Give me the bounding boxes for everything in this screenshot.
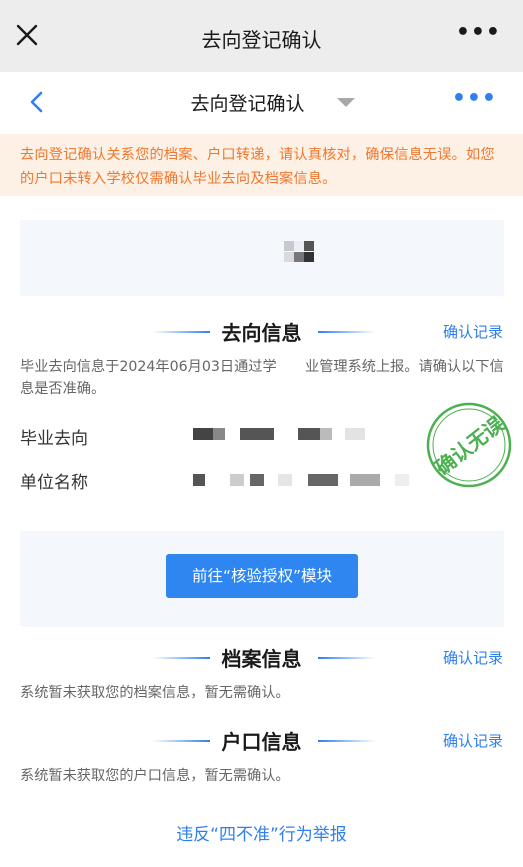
notice-banner: 去向登记确认关系您的档案、户口转递，请认真核对，确保信息无误。如您的户口未转入学…: [0, 134, 523, 196]
notice-text: 去向登记确认关系您的档案、户口转递，请认真核对，确保信息无误。如您的户口未转入学…: [20, 147, 495, 187]
app-more-icon[interactable]: •••: [452, 86, 497, 111]
wechat-title: 去向登记确认: [201, 28, 322, 52]
confirmed-stamp: 确认无误: [426, 402, 512, 488]
page-title[interactable]: 去向登记确认: [0, 89, 523, 116]
confirm-record-link[interactable]: 确认记录: [443, 730, 503, 751]
divider: [318, 657, 376, 659]
wechat-title-bar: 去向登记确认 •••: [0, 0, 523, 72]
chevron-down-icon[interactable]: [337, 98, 355, 107]
goto-auth-button[interactable]: 前往“核验授权”模块: [166, 554, 358, 598]
divider: [318, 331, 376, 333]
section-header-hukou: 户口信息 确认记录: [0, 726, 523, 756]
auth-card: 前往“核验授权”模块: [20, 531, 504, 627]
student-card: [20, 220, 504, 296]
section-header-destination: 去向信息 确认记录: [0, 317, 523, 347]
app-header: 去向登记确认 •••: [0, 72, 523, 132]
destination-desc: 毕业去向信息于2024年06月03日通过学 业管理系统上报。请确认以下信息是否准…: [20, 359, 504, 397]
more-icon[interactable]: •••: [456, 22, 501, 44]
archive-desc: 系统暂未获取您的档案信息，暂无需确认。: [20, 685, 290, 701]
confirm-record-link[interactable]: 确认记录: [443, 647, 503, 668]
hukou-desc: 系统暂未获取您的户口信息，暂无需确认。: [20, 768, 290, 784]
confirm-record-link[interactable]: 确认记录: [443, 321, 503, 342]
divider: [318, 740, 376, 742]
field-label-destination: 毕业去向: [20, 429, 88, 449]
page-title-text: 去向登记确认: [190, 93, 305, 115]
report-violation-link[interactable]: 违反“四不准”行为举报: [0, 820, 523, 845]
stamp-text: 确认无误: [431, 411, 510, 480]
section-header-archive: 档案信息 确认记录: [0, 643, 523, 673]
field-label-company: 单位名称: [20, 473, 88, 493]
